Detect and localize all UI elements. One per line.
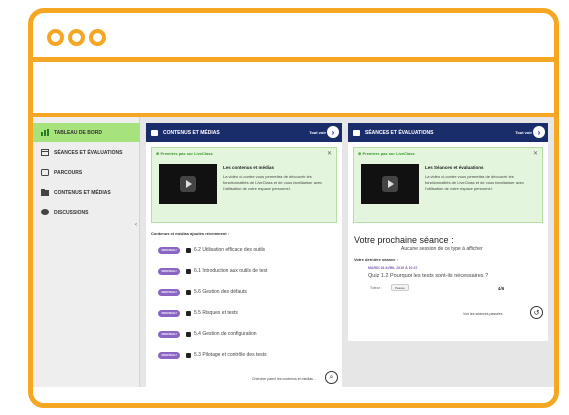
close-icon[interactable]: ✕ bbox=[533, 150, 538, 157]
sidebar-item-dashboard[interactable]: Tableau de bord bbox=[33, 123, 140, 142]
window-footer bbox=[33, 387, 554, 403]
last-session-date: MARDI 16 AVRIL 2019 À 10:37 bbox=[368, 266, 418, 270]
sidebar-item-sessions[interactable]: Séances et évaluations bbox=[33, 143, 140, 162]
sessions-panel: Séances et évaluations Tout voir › ⊕ Pre… bbox=[348, 123, 548, 341]
play-icon[interactable] bbox=[180, 176, 196, 192]
list-item[interactable]: NOUVEAU 5.6 Gestion des défauts bbox=[158, 287, 247, 297]
media-item-title[interactable]: 5.3 Pilotage et contrôle des tests bbox=[194, 352, 267, 358]
media-panel-header: Contenus et médias Tout voir › bbox=[146, 123, 342, 142]
sidebar-item-label: Séances et évaluations bbox=[54, 149, 123, 156]
last-session-label: Votre dernière séance : bbox=[354, 257, 398, 262]
chat-icon bbox=[41, 209, 49, 216]
new-badge: NOUVEAU bbox=[158, 288, 180, 296]
media-see-all-link[interactable]: Tout voir bbox=[309, 130, 326, 135]
sidebar-item-label: Parcours bbox=[54, 169, 83, 176]
last-session-quiz[interactable]: Quiz 1.2 Pourquoi les tests sont-ils néc… bbox=[368, 273, 488, 279]
folder-icon bbox=[151, 129, 158, 136]
sidebar-item-label: Contenus et médias bbox=[54, 189, 111, 196]
folder-icon bbox=[41, 189, 49, 196]
calendar-icon bbox=[353, 129, 360, 136]
document-icon bbox=[186, 247, 191, 253]
sidebar-item-paths[interactable]: Parcours bbox=[33, 163, 140, 182]
sidebar-item-media[interactable]: Contenus et médias bbox=[33, 183, 140, 202]
window-dot-1[interactable] bbox=[47, 29, 64, 46]
media-item-title[interactable]: 5.4 Gestion de configuration bbox=[194, 331, 257, 337]
new-badge: NOUVEAU bbox=[158, 330, 180, 338]
list-item[interactable]: NOUVEAU 5.5 Risques et tests bbox=[158, 308, 238, 318]
promo-tag: ⊕ Premiers pas sur LiveClass bbox=[156, 151, 213, 156]
window-titlebar bbox=[33, 13, 554, 62]
window-dot-3[interactable] bbox=[89, 29, 106, 46]
document-icon bbox=[186, 331, 191, 337]
list-item[interactable]: NOUVEAU 6.1 Introduction aux outils de t… bbox=[158, 266, 267, 276]
media-panel: Contenus et médias Tout voir › ⊕ Premier… bbox=[146, 123, 342, 387]
sessions-see-all-link[interactable]: Tout voir bbox=[515, 130, 532, 135]
past-sessions-link[interactable]: Voir les séances passées bbox=[463, 312, 503, 316]
promo-video[interactable] bbox=[361, 164, 419, 204]
media-promo-box: ⊕ Premiers pas sur LiveClass ✕ Les conte… bbox=[151, 147, 337, 223]
document-icon bbox=[186, 289, 191, 295]
bar-chart-icon bbox=[41, 129, 49, 136]
media-item-title[interactable]: 6.1 Introduction aux outils de test bbox=[194, 268, 267, 274]
sidebar-item-label: Tableau de bord bbox=[54, 129, 102, 136]
browser-window-frame: Tableau de bord Séances et évaluations P… bbox=[28, 8, 559, 408]
sidebar: Tableau de bord Séances et évaluations P… bbox=[33, 117, 140, 387]
sessions-promo-box: ⊕ Premiers pas sur LiveClass ✕ Les Séanc… bbox=[353, 147, 543, 223]
promo-heading: Les Séances et évaluations bbox=[425, 165, 484, 170]
sidebar-collapse-button[interactable]: ‹ bbox=[135, 222, 137, 228]
sessions-panel-title: Séances et évaluations bbox=[365, 129, 434, 136]
sidebar-item-label: Discussions bbox=[54, 209, 89, 216]
promo-description: La vidéo ci-contre vous permettra de déc… bbox=[425, 174, 525, 191]
media-panel-title: Contenus et médias bbox=[163, 129, 220, 136]
sidebar-item-discussions[interactable]: Discussions bbox=[33, 203, 140, 222]
sessions-panel-header: Séances et évaluations Tout voir › bbox=[348, 123, 548, 142]
calendar-icon bbox=[41, 149, 49, 156]
document-icon bbox=[186, 352, 191, 358]
new-badge: NOUVEAU bbox=[158, 267, 180, 275]
promo-video[interactable] bbox=[159, 164, 217, 204]
window-dot-2[interactable] bbox=[68, 29, 85, 46]
app-area: Tableau de bord Séances et évaluations P… bbox=[33, 117, 554, 387]
list-item[interactable]: NOUVEAU 5.4 Gestion de configuration bbox=[158, 329, 257, 339]
new-badge: NOUVEAU bbox=[158, 246, 180, 254]
status-badge: Passée bbox=[391, 284, 410, 291]
next-session-title: Votre prochaine séance : bbox=[354, 235, 454, 245]
history-icon[interactable]: ↺ bbox=[530, 306, 543, 319]
sessions-see-all-button[interactable]: › bbox=[533, 126, 545, 138]
list-item[interactable]: NOUVEAU 6.2 Utilisation efficace des out… bbox=[158, 245, 265, 255]
new-badge: NOUVEAU bbox=[158, 309, 180, 317]
close-icon[interactable]: ✕ bbox=[327, 150, 332, 157]
quiz-score: 4/6 bbox=[498, 286, 505, 291]
list-item[interactable]: NOUVEAU 5.3 Pilotage et contrôle des tes… bbox=[158, 350, 267, 360]
new-badge: NOUVEAU bbox=[158, 351, 180, 359]
media-see-all-button[interactable]: › bbox=[327, 126, 339, 138]
document-icon bbox=[186, 310, 191, 316]
media-item-title[interactable]: 5.5 Risques et tests bbox=[194, 310, 238, 316]
promo-description: La vidéo ci-contre vous permettra de déc… bbox=[223, 174, 323, 191]
media-search-link[interactable]: Chercher parmi les contenus et médias... bbox=[252, 377, 316, 381]
promo-heading: Les contenus et médias bbox=[223, 165, 275, 170]
next-session-empty: Aucune session de ce type à afficher bbox=[401, 246, 483, 252]
tutor-label: Tuteur : bbox=[370, 286, 382, 290]
play-icon[interactable] bbox=[382, 176, 398, 192]
address-bar[interactable] bbox=[33, 62, 554, 117]
media-item-title[interactable]: 5.6 Gestion des défauts bbox=[194, 289, 247, 295]
path-icon bbox=[41, 169, 49, 176]
promo-tag: ⊕ Premiers pas sur LiveClass bbox=[358, 151, 415, 156]
document-icon bbox=[186, 268, 191, 274]
recent-media-label: Contenus et médias ajoutés récemment : bbox=[151, 231, 230, 236]
media-item-title[interactable]: 6.2 Utilisation efficace des outils bbox=[194, 247, 265, 253]
search-icon[interactable]: ⌕ bbox=[325, 371, 338, 384]
